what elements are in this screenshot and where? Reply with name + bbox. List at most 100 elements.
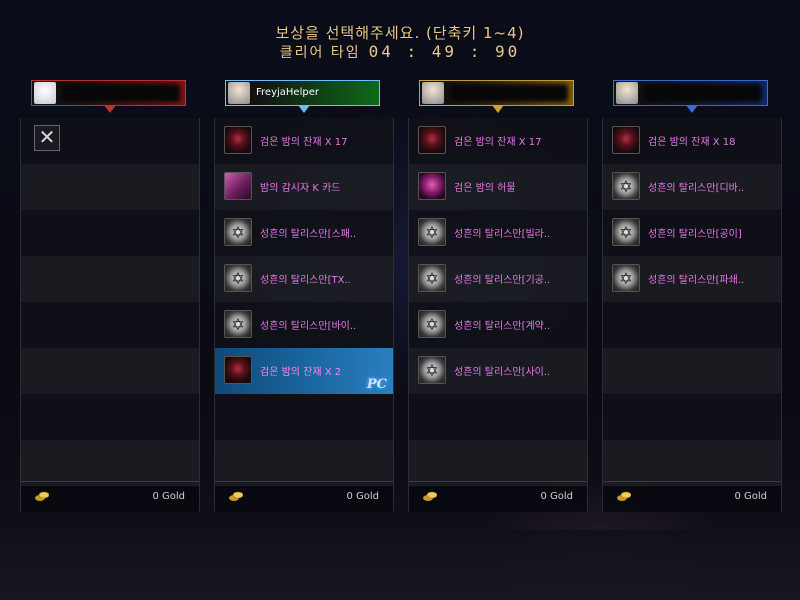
gold-row: 0 Gold — [21, 481, 199, 512]
empty-slot — [409, 440, 587, 486]
empty-slot — [215, 440, 393, 486]
header-pointer — [104, 105, 116, 113]
gold-amount: 0 Gold — [734, 491, 767, 502]
gold-amount: 0 Gold — [152, 491, 185, 502]
player-name: FreyjaHelper — [256, 87, 319, 98]
bunny-avatar-icon — [34, 82, 56, 104]
talisman-icon: ✡ — [612, 172, 640, 200]
reward-item[interactable]: ✡ 성흔의 탈리스만[디바.. — [603, 164, 781, 210]
header-pointer — [686, 105, 698, 113]
player-header-1 — [31, 80, 186, 113]
game-hud-bar — [0, 530, 800, 600]
dark-husk-icon — [418, 172, 446, 200]
dark-remnant-icon — [612, 126, 640, 154]
player-header-4 — [613, 80, 768, 113]
reward-column-4: 검은 밤의 잔재 X 18 ✡ 성흔의 탈리스만[디바.. ✡ 성흔의 탈리스만[공이]… — [602, 118, 782, 512]
reward-item-label: 성흔의 탈리스만[기공.. — [454, 275, 551, 286]
player-header-2: FreyjaHelper — [225, 80, 380, 113]
card-icon — [224, 172, 252, 200]
header-pointer — [298, 105, 310, 113]
reward-item-label: 성흔의 탈리스만[공이] — [648, 229, 742, 240]
gold-row: 0 Gold — [603, 481, 781, 512]
clear-time: 클리어 타임 04 : 49 : 90 — [0, 42, 800, 62]
gold-coin-icon — [423, 491, 437, 501]
dark-remnant-icon — [418, 126, 446, 154]
empty-slot — [603, 348, 781, 394]
empty-slot — [409, 394, 587, 440]
clear-time-value: 04 : 49 : 90 — [368, 42, 521, 61]
reward-item-label: 검은 밤의 허물 — [454, 183, 516, 194]
player-name-hidden — [644, 84, 762, 102]
reward-item[interactable]: 밤의 감시자 K 카드 — [215, 164, 393, 210]
reward-item[interactable]: ✡ 성흔의 탈리스만[바이.. — [215, 302, 393, 348]
reward-item[interactable]: 검은 밤의 잔재 X 17 — [409, 118, 587, 164]
empty-slot — [21, 440, 199, 486]
reward-item[interactable]: 검은 밤의 허물 — [409, 164, 587, 210]
reward-item-label: 검은 밤의 잔재 X 18 — [648, 137, 736, 148]
reward-item-label: 성흔의 탈리스만[계약.. — [454, 321, 551, 332]
reward-item[interactable]: ✡ 성흔의 탈리스만[빌라.. — [409, 210, 587, 256]
player-name-hidden — [450, 84, 568, 102]
reward-item-label: 검은 밤의 잔재 X 17 — [454, 137, 542, 148]
dark-remnant-icon — [224, 126, 252, 154]
reward-item[interactable]: 검은 밤의 잔재 X 2 PC — [215, 348, 393, 394]
reward-item-label: 성흔의 탈리스만[사이.. — [454, 367, 551, 378]
white-hair-avatar-icon — [616, 82, 638, 104]
gold-coin-icon — [35, 491, 49, 501]
reward-item[interactable]: ✡ 성흔의 탈리스만[파쇄.. — [603, 256, 781, 302]
gold-amount: 0 Gold — [346, 491, 379, 502]
reward-item-label: 성흔의 탈리스만[디바.. — [648, 183, 745, 194]
talisman-icon: ✡ — [418, 356, 446, 384]
header-pointer — [492, 105, 504, 113]
reward-item-label: 성흔의 탈리스만[빌라.. — [454, 229, 551, 240]
gold-row: 0 Gold — [215, 481, 393, 512]
empty-slot — [603, 440, 781, 486]
talisman-icon: ✡ — [224, 218, 252, 246]
dark-remnant-icon — [224, 356, 252, 384]
reward-item-label: 검은 밤의 잔재 X 17 — [260, 137, 348, 148]
talisman-icon: ✡ — [418, 218, 446, 246]
empty-slot — [21, 256, 199, 302]
empty-slot — [21, 394, 199, 440]
empty-slot — [215, 394, 393, 440]
reward-item[interactable]: ✡ 성흔의 탈리스만[공이] — [603, 210, 781, 256]
reward-item[interactable]: ✡ 성흔의 탈리스만[기공.. — [409, 256, 587, 302]
empty-slot — [21, 210, 199, 256]
player-name-hidden — [62, 84, 180, 102]
reward-item[interactable]: 검은 밤의 잔재 X 18 — [603, 118, 781, 164]
talisman-icon: ✡ — [224, 310, 252, 338]
empty-slot — [21, 164, 199, 210]
gold-coin-icon — [617, 491, 631, 501]
helmet-avatar-icon — [422, 82, 444, 104]
reward-item[interactable]: ✡ 성흔의 탈리스만[계약.. — [409, 302, 587, 348]
reward-item-label: 성흔의 탈리스만[TX.. — [260, 275, 351, 286]
reward-item[interactable]: ✡ 성흔의 탈리스만[사이.. — [409, 348, 587, 394]
white-hair-avatar-icon — [228, 82, 250, 104]
empty-slot — [21, 302, 199, 348]
reward-item-label: 성흔의 탈리스만[파쇄.. — [648, 275, 745, 286]
empty-slot — [21, 348, 199, 394]
talisman-icon: ✡ — [418, 310, 446, 338]
talisman-icon: ✡ — [612, 218, 640, 246]
reward-select-title: 보상을 선택해주세요. (단축키 1~4) — [275, 24, 525, 42]
reward-item[interactable]: ✡ 성흔의 탈리스만[TX.. — [215, 256, 393, 302]
gold-amount: 0 Gold — [540, 491, 573, 502]
empty-slot — [603, 302, 781, 348]
reward-item-label: 밤의 감시자 K 카드 — [260, 183, 341, 194]
reward-column-1: ✕ 0 Gold — [20, 118, 200, 512]
talisman-icon: ✡ — [418, 264, 446, 292]
gold-coin-icon — [229, 491, 243, 501]
reward-item[interactable]: ✡ 성흔의 탈리스만[스패.. — [215, 210, 393, 256]
gold-row: 0 Gold — [409, 481, 587, 512]
close-icon: ✕ — [34, 125, 60, 151]
clear-time-label: 클리어 타임 — [279, 45, 361, 61]
pc-badge: PC — [366, 377, 387, 392]
reward-item-label: 성흔의 탈리스만[바이.. — [260, 321, 357, 332]
reward-item-label: 검은 밤의 잔재 X 2 — [260, 367, 342, 378]
reward-item-label: 성흔의 탈리스만[스패.. — [260, 229, 357, 240]
player-header-3 — [419, 80, 574, 113]
reward-column-2: 검은 밤의 잔재 X 17 밤의 감시자 K 카드 ✡ 성흔의 탈리스만[스패.. ✡ 성… — [214, 118, 394, 512]
talisman-icon: ✡ — [612, 264, 640, 292]
reward-item[interactable]: 검은 밤의 잔재 X 17 — [215, 118, 393, 164]
reward-column-3: 검은 밤의 잔재 X 17 검은 밤의 허물 ✡ 성흔의 탈리스만[빌라.. ✡ 성흔의 … — [408, 118, 588, 512]
